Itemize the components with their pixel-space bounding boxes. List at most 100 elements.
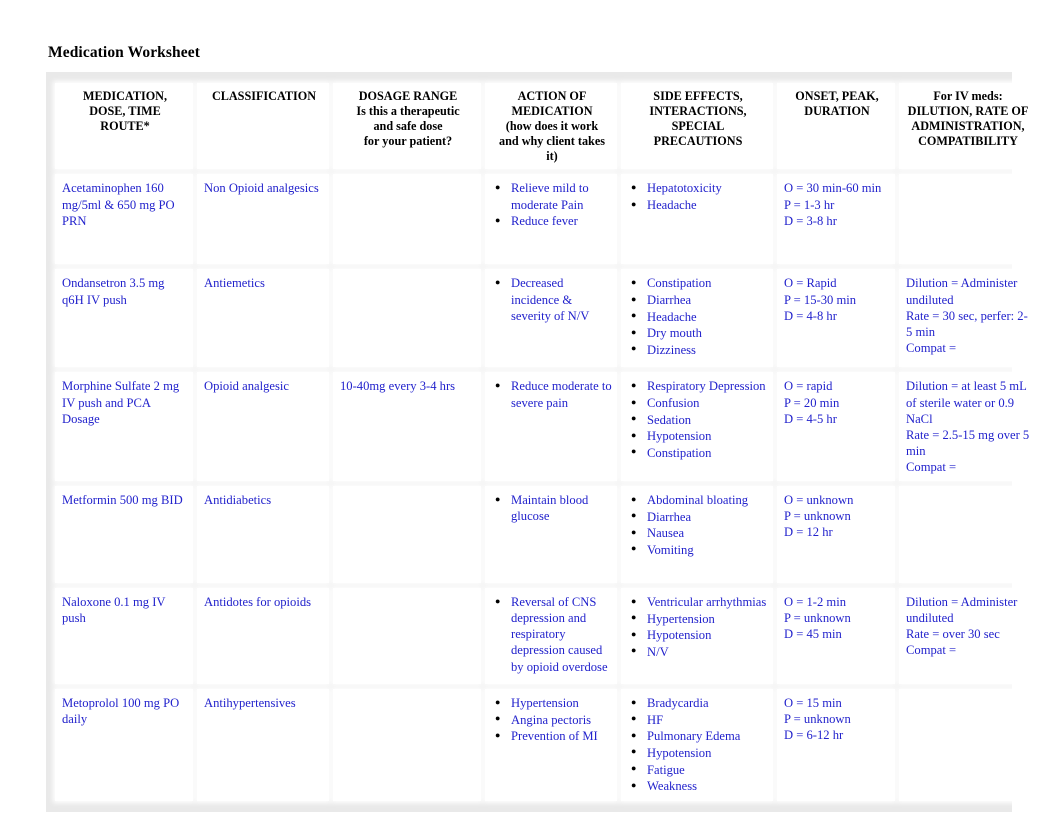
list-item: Fatigue [631,761,768,778]
header-line: CLASSIFICATION [211,89,317,104]
list-item: Reversal of CNS depression and respirato… [495,594,612,675]
medication-text: Morphine Sulfate 2 mg IV push and PCA Do… [62,379,180,426]
list-item: Hypotension [631,744,768,761]
cell-medication: Acetaminophen 160 mg/5ml & 650 mg PO PRN [55,174,193,265]
column-header-onset-peak-duration: ONSET, PEAK, DURATION [777,83,895,170]
cell-action: Maintain blood glucose [485,486,617,584]
header-line: DURATION [804,103,870,118]
header-line: it) [546,148,558,163]
header-line: For IV meds: [933,89,1003,104]
cell-dosage-range [333,174,481,265]
classification-text: Antihypertensives [204,696,296,711]
cell-side-effects: Hepatotoxicity Headache [621,174,773,265]
header-line: SIDE EFFECTS, [653,89,743,104]
cell-dosage-range [333,588,481,685]
cell-iv-info [899,174,1035,265]
list-item: Hypertension [631,610,768,627]
cell-side-effects: Abdominal bloating Diarrhea Nausea Vomit… [621,486,773,584]
onset-text: O = unknown P = unknown D = 12 hr [784,493,854,540]
cell-medication: Ondansetron 3.5 mg q6H IV push [55,269,193,368]
list-item: Bradycardia [631,695,768,711]
cell-side-effects: Respiratory Depression Confusion Sedatio… [621,372,773,482]
cell-action: Relieve mild to moderate Pain Reduce fev… [485,174,617,265]
classification-text: Non Opioid analgesics [204,181,319,196]
action-list: Hypertension Angina pectoris Prevention … [492,695,612,744]
list-item: Confusion [631,395,768,411]
header-line: INTERACTIONS, [649,103,747,118]
header-line: and safe dose [373,118,443,133]
cell-iv-info: Dilution = Administer undiluted Rate = o… [899,588,1035,685]
action-list: Reduce moderate to severe pain [492,378,612,410]
list-item: Angina pectoris [495,711,612,728]
onset-text: O = 15 min P = unknown D = 6-12 hr [784,696,851,743]
table-row: Acetaminophen 160 mg/5ml & 650 mg PO PRN… [55,174,1035,265]
header-line: ONSET, PEAK, [795,89,879,104]
iv-text: Dilution = Administer undiluted Rate = o… [906,595,1018,658]
table-row: Naloxone 0.1 mg IV push Antidotes for op… [55,588,1035,685]
list-item: Dizziness [631,341,768,358]
cell-onset-peak-duration: O = rapid P = 20 min D = 4-5 hr [777,372,895,482]
list-item: Hypertension [495,695,612,711]
side-effects-list: Abdominal bloating Diarrhea Nausea Vomit… [628,492,768,558]
header-line: DOSE, TIME [89,103,161,118]
header-line: DILUTION, RATE OF [907,103,1029,118]
cell-onset-peak-duration: O = 30 min-60 min P = 1-3 hr D = 3-8 hr [777,174,895,265]
table-row: Morphine Sulfate 2 mg IV push and PCA Do… [55,372,1035,482]
cell-side-effects: Constipation Diarrhea Headache Dry mouth… [621,269,773,368]
list-item: Constipation [631,275,768,291]
table-row: Ondansetron 3.5 mg q6H IV push Antiemeti… [55,269,1035,368]
cell-iv-info [899,486,1035,584]
list-item: Sedation [631,411,768,428]
classification-text: Antidotes for opioids [204,595,312,610]
list-item: Diarrhea [631,292,768,308]
column-header-medication: MEDICATION, DOSE, TIME ROUTE* [55,83,193,170]
list-item: Vomiting [631,541,768,558]
cell-iv-info: Dilution = Administer undiluted Rate = 3… [899,269,1035,368]
list-item: Weakness [631,778,768,794]
cell-onset-peak-duration: O = 15 min P = unknown D = 6-12 hr [777,689,895,801]
list-item: Respiratory Depression [631,378,768,394]
classification-text: Opioid analgesic [204,379,289,394]
column-header-classification: CLASSIFICATION [197,83,329,170]
header-line: ADMINISTRATION, [911,118,1025,133]
cell-onset-peak-duration: O = Rapid P = 15-30 min D = 4-8 hr [777,269,895,368]
header-line: ACTION OF [517,89,587,104]
classification-text: Antiemetics [204,276,265,291]
header-line: ROUTE* [100,118,150,133]
list-item: Headache [631,308,768,325]
action-list: Reversal of CNS depression and respirato… [492,594,612,675]
cell-classification: Antidotes for opioids [197,588,329,685]
cell-classification: Antihypertensives [197,689,329,801]
onset-text: O = 30 min-60 min P = 1-3 hr D = 3-8 hr [784,181,882,228]
medication-text: Naloxone 0.1 mg IV push [62,595,166,626]
iv-text: Dilution = Administer undiluted Rate = 3… [906,276,1028,355]
table-row: Metformin 500 mg BID Antidiabetics Maint… [55,486,1035,584]
cell-onset-peak-duration: O = unknown P = unknown D = 12 hr [777,486,895,584]
cell-onset-peak-duration: O = 1-2 min P = unknown D = 45 min [777,588,895,685]
medication-text: Metoprolol 100 mg PO daily [62,696,180,727]
cell-iv-info: Dilution = at least 5 mL of sterile wate… [899,372,1035,482]
side-effects-list: Bradycardia HF Pulmonary Edema Hypotensi… [628,695,768,794]
header-line: DOSAGE RANGE [358,89,458,104]
medication-text: Ondansetron 3.5 mg q6H IV push [62,276,165,307]
column-header-action: ACTION OF MEDICATION (how does it work a… [485,83,617,170]
action-list: Maintain blood glucose [492,492,612,524]
onset-text: O = 1-2 min P = unknown D = 45 min [784,595,851,642]
cell-classification: Antidiabetics [197,486,329,584]
list-item: Relieve mild to moderate Pain [495,180,612,212]
page-title: Medication Worksheet [48,44,200,61]
onset-text: O = Rapid P = 15-30 min D = 4-8 hr [784,276,857,323]
list-item: Abdominal bloating [631,492,768,508]
medication-text: Metformin 500 mg BID [62,493,183,508]
table-header: MEDICATION, DOSE, TIME ROUTE* CLASSIFICA… [55,83,1035,170]
list-item: Diarrhea [631,508,768,525]
list-item: Reduce moderate to severe pain [495,378,612,410]
header-line: COMPATIBILITY [918,133,1018,148]
cell-action: Reduce moderate to severe pain [485,372,617,482]
cell-classification: Opioid analgesic [197,372,329,482]
header-line: MEDICATION [511,103,593,118]
header-row: MEDICATION, DOSE, TIME ROUTE* CLASSIFICA… [55,83,1035,170]
cell-dosage-range [333,689,481,801]
list-item: Reduce fever [495,213,612,229]
cell-dosage-range [333,269,481,368]
